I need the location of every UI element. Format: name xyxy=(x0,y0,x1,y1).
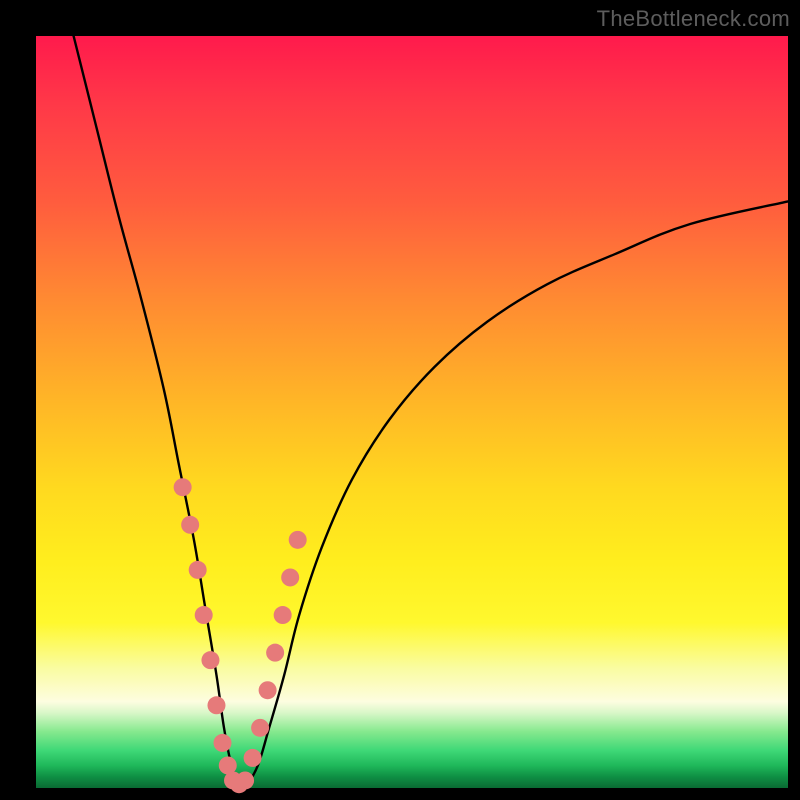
data-point xyxy=(244,749,262,767)
data-point xyxy=(266,644,284,662)
data-point xyxy=(289,531,307,549)
data-point xyxy=(181,516,199,534)
data-point xyxy=(207,696,225,714)
data-point xyxy=(251,719,269,737)
plot-area xyxy=(36,36,788,788)
data-point xyxy=(214,734,232,752)
watermark-text: TheBottleneck.com xyxy=(597,6,790,32)
data-point xyxy=(281,568,299,586)
data-point xyxy=(201,651,219,669)
chart-frame: TheBottleneck.com xyxy=(0,0,800,800)
data-point xyxy=(174,478,192,496)
chart-svg xyxy=(36,36,788,788)
data-point xyxy=(189,561,207,579)
data-point xyxy=(274,606,292,624)
marker-layer xyxy=(174,478,307,793)
data-point xyxy=(195,606,213,624)
bottleneck-curve xyxy=(74,36,788,787)
curve-layer xyxy=(74,36,788,787)
data-point xyxy=(236,771,254,789)
data-point xyxy=(259,681,277,699)
